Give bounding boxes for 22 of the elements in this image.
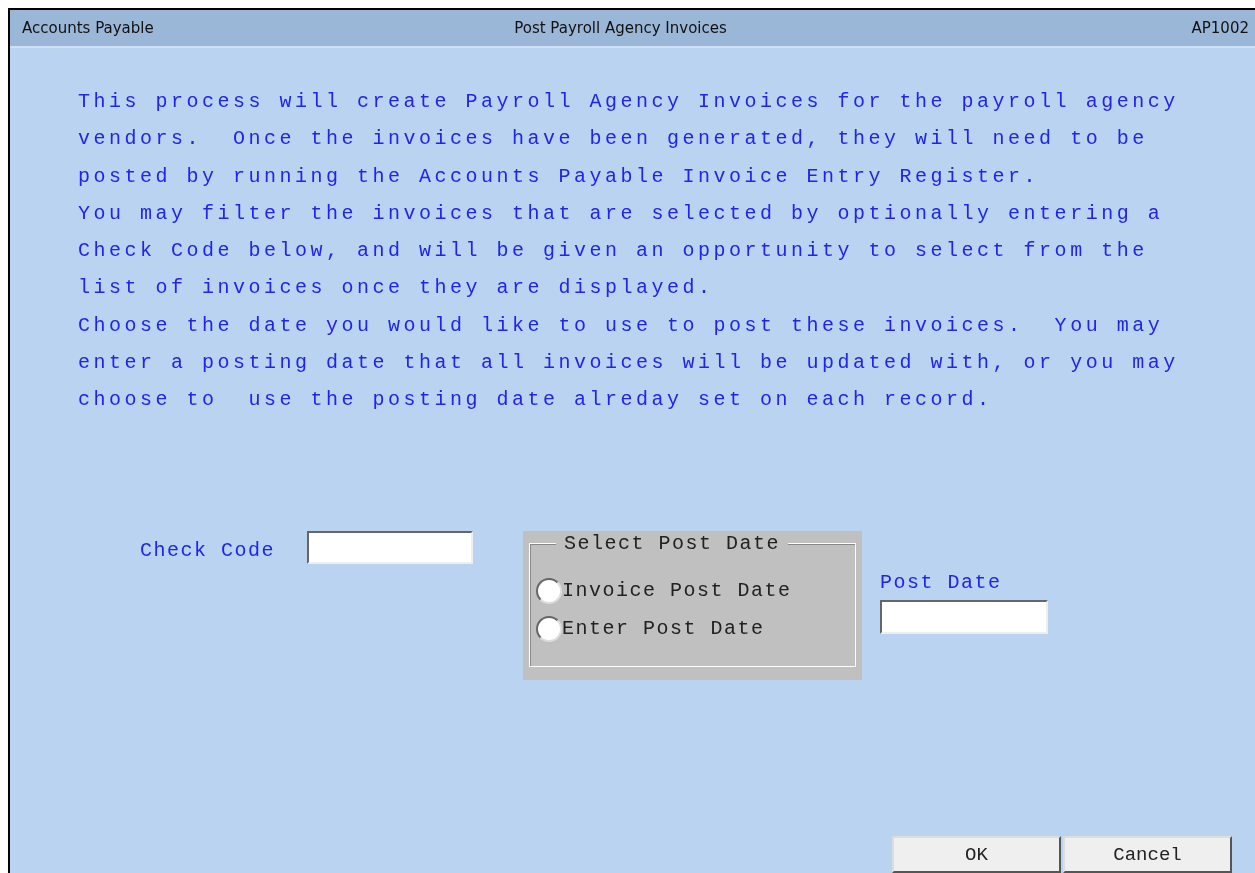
window-title: Post Payroll Agency Invoices (513, 19, 728, 37)
radio-button[interactable] (536, 577, 563, 604)
instruction-text: You may filter the invoices that are selected by optionally entering a (78, 200, 1165, 227)
instruction-text: enter a posting date that all invoices will be updated with, or you may (78, 350, 1180, 377)
check-code-field[interactable] (307, 530, 474, 564)
instruction-text: This process will create Payroll Agency Invoices for the payroll agency (78, 89, 1180, 115)
instruction-text: Choose the date you would like to use to post these invoices. You may (78, 312, 1165, 339)
cancel-button[interactable]: Cancel (1063, 836, 1232, 873)
post-date-label: Post Date (880, 570, 1003, 594)
post-date-field[interactable] (880, 599, 1049, 634)
radio-label[interactable]: Invoice Post Date (562, 579, 792, 603)
radio-label[interactable]: Enter Post Date (562, 617, 765, 641)
instruction-text: posted by running the Accounts Payable Invoice Entry Register. (78, 163, 1041, 190)
screen-code: AP1002 (1190, 19, 1249, 37)
module-name: Accounts Payable (22, 19, 155, 37)
instruction-text: vendors. Once the invoices have been generated, they will need to be (78, 126, 1149, 153)
check-code-label: Check Code (140, 538, 276, 562)
instruction-text: list of invoices once they are displayed. (78, 275, 715, 302)
instruction-text: Check Code below, and will be given an opportunity to select from the (78, 238, 1149, 265)
radio-button[interactable] (536, 615, 563, 642)
instruction-text: choose to use the posting date alreday set on each record. (78, 387, 994, 414)
ok-button[interactable]: OK (892, 836, 1061, 873)
